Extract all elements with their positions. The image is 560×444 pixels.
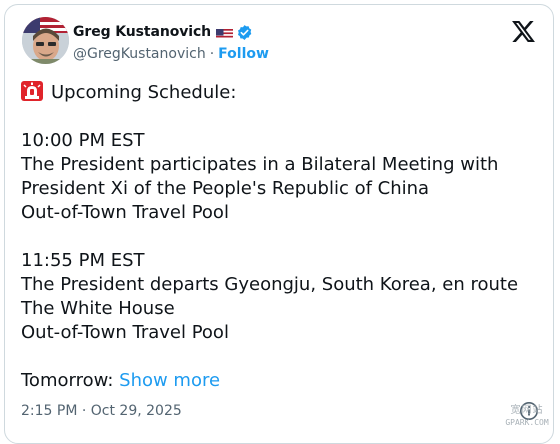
watermark-bottom: GPARK.COM: [505, 418, 549, 427]
tweet-text: Upcoming Schedule: 10:00 PM EST The Pres…: [21, 81, 541, 393]
event1-time: 10:00 PM EST: [21, 130, 145, 151]
schedule-header-line: Upcoming Schedule:: [21, 81, 541, 105]
event2-line2: The White House: [21, 298, 175, 319]
siren-emoji-icon: [21, 81, 43, 101]
avatar-image: [22, 17, 69, 64]
verified-badge-icon[interactable]: [236, 24, 253, 41]
tomorrow-label: Tomorrow:: [21, 370, 114, 391]
tweet-timestamp[interactable]: 2:15 PM · Oct 29, 2025: [21, 401, 182, 421]
show-more-link[interactable]: Show more: [119, 370, 220, 391]
avatar[interactable]: [22, 17, 69, 64]
author-name[interactable]: Greg Kustanovich: [73, 24, 211, 40]
event1-pool: Out-of-Town Travel Pool: [21, 202, 229, 223]
follow-button[interactable]: Follow: [218, 46, 269, 62]
author-handle[interactable]: @GregKustanovich: [73, 46, 206, 62]
tweet-card[interactable]: Greg Kustanovich @GregKustanovich · Follow: [4, 4, 554, 444]
schedule-header: Upcoming Schedule:: [51, 82, 237, 103]
watermark-top: 宽网站: [510, 405, 544, 416]
site-watermark: 宽网站 GPARK.COM: [497, 404, 557, 430]
author-name-row: Greg Kustanovich: [73, 22, 253, 42]
event2-line1: The President departs Gyeongju, South Ko…: [21, 274, 519, 295]
event1-line2: President Xi of the People's Republic of…: [21, 178, 430, 199]
x-logo-icon[interactable]: [512, 21, 535, 42]
us-flag-icon: [216, 26, 234, 38]
event2-pool: Out-of-Town Travel Pool: [21, 322, 229, 343]
event1-line1: The President participates in a Bilatera…: [21, 154, 499, 175]
event2-time: 11:55 PM EST: [21, 250, 145, 271]
tomorrow-line: Tomorrow: Show more: [21, 369, 541, 393]
separator-dot: ·: [209, 46, 215, 62]
handle-row: @GregKustanovich · Follow: [73, 45, 269, 63]
